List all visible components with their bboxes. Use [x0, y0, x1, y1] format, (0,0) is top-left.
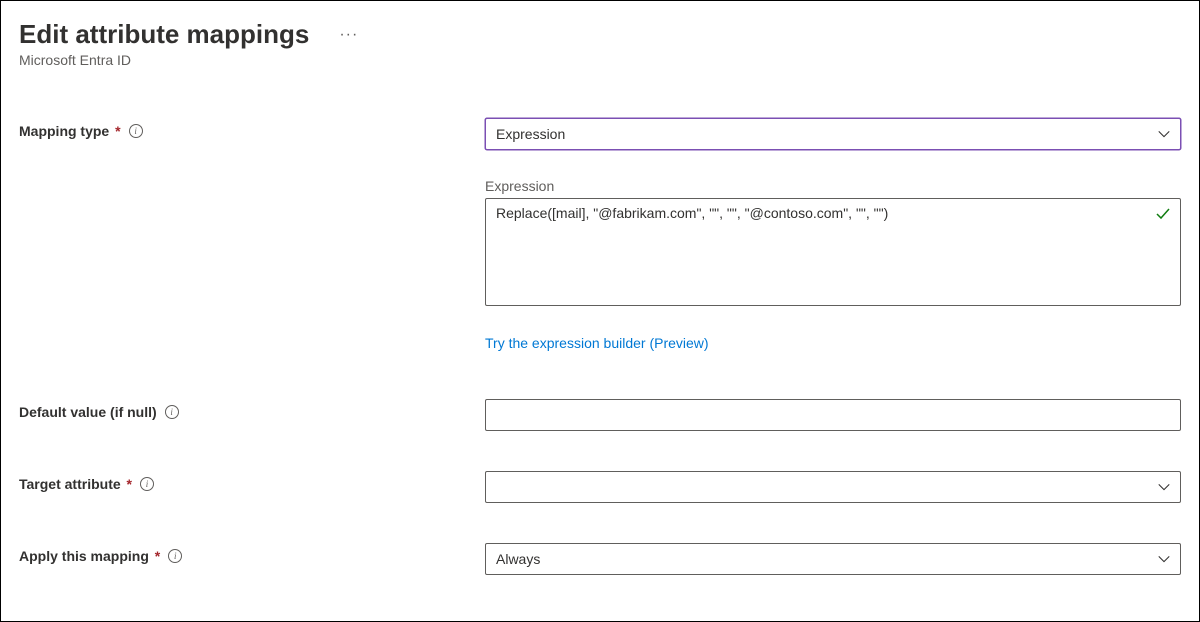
expression-builder-link[interactable]: Try the expression builder (Preview) — [485, 335, 709, 351]
info-icon[interactable]: i — [165, 405, 179, 419]
info-icon[interactable]: i — [168, 549, 182, 563]
required-indicator: * — [151, 548, 160, 564]
expression-section: Expression — [485, 178, 1181, 311]
form-row-default-value: Default value (if null) i — [19, 399, 1181, 431]
mapping-type-label: Mapping type * — [19, 123, 121, 139]
form-row-target-attribute: Target attribute * i — [19, 471, 1181, 503]
expression-textarea[interactable] — [485, 198, 1181, 306]
default-value-label: Default value (if null) — [19, 404, 157, 420]
info-icon[interactable]: i — [129, 124, 143, 138]
required-indicator: * — [111, 123, 120, 139]
page-subtitle: Microsoft Entra ID — [19, 52, 1181, 68]
apply-mapping-value: Always — [496, 551, 540, 567]
target-attribute-label: Target attribute * — [19, 476, 132, 492]
page-header: Edit attribute mappings ··· Microsoft En… — [19, 19, 1181, 68]
form-row-mapping-type: Mapping type * i Expression — [19, 118, 1181, 150]
apply-mapping-label: Apply this mapping * — [19, 548, 160, 564]
required-indicator: * — [123, 476, 132, 492]
apply-mapping-select[interactable]: Always — [485, 543, 1181, 575]
expression-builder-link-row: Try the expression builder (Preview) — [485, 335, 1181, 353]
expression-label: Expression — [485, 178, 1181, 194]
more-icon[interactable]: ··· — [339, 26, 358, 44]
checkmark-icon — [1155, 206, 1171, 222]
mapping-type-value: Expression — [496, 126, 565, 142]
form-row-apply-mapping: Apply this mapping * i Always — [19, 543, 1181, 575]
page-title: Edit attribute mappings — [19, 19, 309, 50]
target-attribute-select[interactable] — [485, 471, 1181, 503]
default-value-input[interactable] — [485, 399, 1181, 431]
info-icon[interactable]: i — [140, 477, 154, 491]
mapping-type-select[interactable]: Expression — [485, 118, 1181, 150]
